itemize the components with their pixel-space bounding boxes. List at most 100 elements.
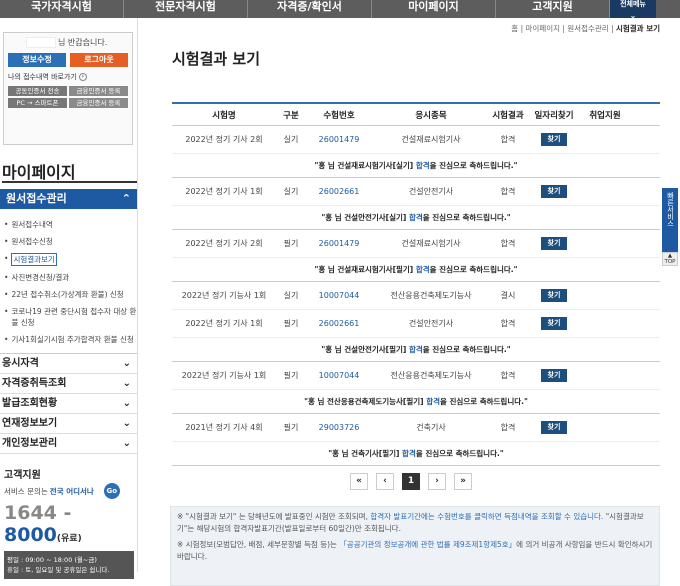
page-current[interactable]: 1 bbox=[402, 473, 420, 490]
sidebar-section-application[interactable]: 원서접수관리 ⌃ bbox=[0, 189, 137, 209]
quick-service-label: 빠른서비스 bbox=[666, 192, 675, 227]
sidebar-item-application-list[interactable]: • 원서접수내역 bbox=[4, 219, 137, 230]
notice-2: ※ 시험정보(모범답안, 배점, 세부문항별 득점 등)는 「공공기관의 정보공… bbox=[177, 540, 653, 561]
exam-subject: 전산응용건축제도기능사 bbox=[390, 291, 472, 300]
find-job-button[interactable]: 찾기 bbox=[541, 289, 567, 302]
exam-result: 합격 bbox=[500, 371, 516, 380]
exam-number-link[interactable]: 26002661 bbox=[306, 187, 372, 196]
exam-number-link[interactable]: 10007044 bbox=[306, 291, 372, 300]
table-row: 2022년 정기 기사 1회 실기 26002661 건설안전기사 합격 찾기 bbox=[172, 178, 660, 206]
chevron-down-icon: ⌄ bbox=[122, 438, 131, 449]
sidebar-item-additional-refund[interactable]: • 기사1회실기시험 추가합격자 환불 신청 bbox=[4, 334, 137, 345]
exam-result: 합격 bbox=[500, 239, 516, 248]
sidebar-item-cert-lookup[interactable]: 자격증취득조회 ⌄ bbox=[0, 374, 137, 394]
sidebar-item-covid-refund[interactable]: • 코로나19 관련 중단시험 접수자 대상 환불 신청 bbox=[4, 306, 137, 328]
job-search-cell: 찾기 bbox=[526, 317, 582, 330]
page-next-button[interactable]: › bbox=[428, 473, 446, 490]
sidebar: 님 반갑습니다. 정보수정 로그아웃 나의 접수내역 바로가기 › 공동인증서 전… bbox=[0, 18, 138, 579]
exam-name: 2021년 정기 기사 4회 bbox=[185, 423, 263, 432]
exam-result: 결시 bbox=[500, 291, 516, 300]
exam-name: 2022년 정기 기능사 1회 bbox=[181, 291, 267, 300]
greeting: 님 반갑습니다. bbox=[26, 37, 128, 48]
exam-type: 실기 bbox=[283, 187, 299, 196]
sidebar-item-annual-info[interactable]: 연재정보보기 ⌄ bbox=[0, 414, 137, 434]
congratulation-message: "홍 님 건설안전기사[필기] 합격을 진심으로 축하드립니다." bbox=[172, 338, 660, 362]
exam-name: 2022년 정기 기능사 1회 bbox=[181, 371, 267, 380]
exam-result: 합격 bbox=[500, 135, 516, 144]
table-row: 2022년 정기 기사 1회 필기 26002661 건설안전기사 합격 찾기 bbox=[172, 310, 660, 338]
sidebar-item-cancel-refund[interactable]: • 22년 접수취소(가상계좌 환불) 신청 bbox=[4, 289, 137, 300]
job-search-cell: 찾기 bbox=[526, 369, 582, 382]
cs-title: 고객지원 bbox=[4, 470, 41, 481]
financial-cert-register-button[interactable]: 금융인증서 등록 bbox=[69, 86, 128, 96]
table-row: 2022년 정기 기능사 1회 실기 10007044 전산응용건축제도기능사 결시 찾기 bbox=[172, 282, 660, 310]
find-job-button[interactable]: 찾기 bbox=[541, 317, 567, 330]
scroll-top-button[interactable]: ▲ TOP bbox=[662, 252, 678, 266]
edit-info-button[interactable]: 정보수정 bbox=[8, 53, 66, 67]
nav-customer-support[interactable]: 고객지원 bbox=[496, 0, 610, 18]
exam-result: 합격 bbox=[500, 319, 516, 328]
header-subject: 응시종목 bbox=[415, 110, 447, 121]
chevron-down-icon: ⌄ bbox=[122, 398, 131, 409]
page-title: 시험결과 보기 bbox=[172, 50, 261, 68]
logout-button[interactable]: 로그아웃 bbox=[70, 53, 128, 67]
pagination: « ‹ 1 › » bbox=[350, 473, 472, 490]
find-job-button[interactable]: 찾기 bbox=[541, 369, 567, 382]
page-first-button[interactable]: « bbox=[350, 473, 368, 490]
exam-number-link[interactable]: 26001479 bbox=[306, 135, 372, 144]
page-last-button[interactable]: » bbox=[454, 473, 472, 490]
exam-name: 2022년 정기 기사 2회 bbox=[185, 239, 263, 248]
all-menu-button[interactable]: 전체메뉴 ⌄ bbox=[610, 0, 656, 18]
top-navigation: 국가자격시험 전문자격시험 자격증/확인서 마이페이지 고객지원 전체메뉴 ⌄ bbox=[0, 0, 680, 18]
my-application-shortcut[interactable]: 나의 접수내역 바로가기 › bbox=[8, 72, 128, 82]
exam-type: 필기 bbox=[283, 371, 299, 380]
sidebar-item-eligibility[interactable]: 응시자격 ⌄ bbox=[0, 354, 137, 374]
page-prev-button[interactable]: ‹ bbox=[376, 473, 394, 490]
table-header: 시험명 구분 수험번호 응시종목 시험결과 일자리찾기 취업지원 bbox=[172, 104, 660, 126]
exam-number-link[interactable]: 10007044 bbox=[306, 371, 372, 380]
exam-type: 실기 bbox=[283, 135, 299, 144]
sidebar-item-photo-change[interactable]: • 사진변경신청/결과 bbox=[4, 272, 137, 283]
table-row: 2022년 정기 기사 2회 필기 26001479 건설재료시험기사 합격 찾기 bbox=[172, 230, 660, 258]
table-row: 2021년 정기 기사 4회 필기 29003726 건축기사 합격 찾기 bbox=[172, 414, 660, 442]
nav-professional-exam[interactable]: 전문자격시험 bbox=[124, 0, 248, 18]
exam-number-link[interactable]: 26001479 bbox=[306, 239, 372, 248]
quick-service-tab[interactable]: 빠른서비스 bbox=[662, 188, 678, 260]
chevron-down-icon: ⌄ bbox=[629, 11, 637, 18]
nav-mypage[interactable]: 마이페이지 bbox=[372, 0, 496, 18]
sidebar-title: 마이페이지 bbox=[2, 159, 137, 183]
sidebar-item-results[interactable]: • 시험결과보기 bbox=[4, 253, 137, 266]
exam-subject: 건설재료시험기사 bbox=[401, 239, 461, 248]
find-job-button[interactable]: 찾기 bbox=[541, 133, 567, 146]
go-button[interactable]: Go bbox=[103, 483, 120, 499]
exam-type: 실기 bbox=[283, 291, 299, 300]
all-menu-label: 전체메뉴 bbox=[620, 0, 646, 8]
exam-subject: 전산응용건축제도기능사 bbox=[390, 371, 472, 380]
exam-subject: 건설재료시험기사 bbox=[401, 135, 461, 144]
pc-to-phone-button[interactable]: PC → 스마트폰 bbox=[8, 98, 67, 108]
exam-number-link[interactable]: 26002661 bbox=[306, 319, 372, 328]
find-job-button[interactable]: 찾기 bbox=[541, 185, 567, 198]
nav-national-exam[interactable]: 국가자격시험 bbox=[0, 0, 124, 18]
financial-cert-register-button-2[interactable]: 금융인증서 등록 bbox=[69, 98, 128, 108]
exam-type: 필기 bbox=[283, 423, 299, 432]
exam-result: 합격 bbox=[500, 187, 516, 196]
header-exam: 시험명 bbox=[212, 110, 236, 121]
job-search-cell: 찾기 bbox=[526, 237, 582, 250]
table-row: 2022년 정기 기능사 1회 필기 10007044 전산응용건축제도기능사 합격 찾기 bbox=[172, 362, 660, 390]
sidebar-item-personal-info[interactable]: 개인정보관리 ⌄ bbox=[0, 434, 137, 454]
exam-number-link[interactable]: 29003726 bbox=[306, 423, 372, 432]
shortcut-label: 나의 접수내역 바로가기 bbox=[8, 73, 77, 81]
nav-certificate[interactable]: 자격증/확인서 bbox=[248, 0, 372, 18]
chevron-up-icon: ⌃ bbox=[121, 192, 131, 205]
congratulation-message: "홍 님 건설재료시험기사[실기] 합격을 진심으로 축하드립니다." bbox=[172, 154, 660, 178]
cert-transfer-button[interactable]: 공동인증서 전송 bbox=[8, 86, 67, 96]
sidebar-item-apply[interactable]: • 원서접수신청 bbox=[4, 236, 137, 247]
notice-box: ※ "시험결과 보기" 는 당해년도에 발표중인 시험만 조회되며, 합격자 발… bbox=[170, 506, 660, 586]
sidebar-item-issue-status[interactable]: 발급조회현황 ⌄ bbox=[0, 394, 137, 414]
header-type: 구분 bbox=[283, 110, 299, 121]
find-job-button[interactable]: 찾기 bbox=[541, 237, 567, 250]
header-result: 시험결과 bbox=[492, 110, 524, 121]
exam-type: 필기 bbox=[283, 319, 299, 328]
find-job-button[interactable]: 찾기 bbox=[541, 421, 567, 434]
